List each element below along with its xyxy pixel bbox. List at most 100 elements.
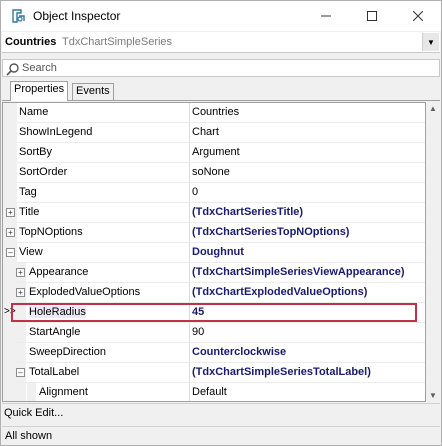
property-value[interactable]: Counterclockwise: [192, 346, 286, 358]
column-separator[interactable]: [189, 143, 190, 163]
quick-edit-label: Quick Edit...: [4, 407, 64, 419]
property-value[interactable]: (TdxChartSeriesTopNOptions): [192, 226, 349, 238]
selected-object-class: TdxChartSimpleSeries: [62, 36, 173, 48]
row-gutter: [3, 123, 17, 143]
property-value[interactable]: Argument: [192, 146, 240, 158]
property-value[interactable]: (TdxChartSeriesTitle): [192, 206, 303, 218]
maximize-button[interactable]: [349, 1, 395, 31]
collapse-icon[interactable]: –: [6, 248, 15, 257]
search-field[interactable]: Search: [2, 59, 440, 77]
property-value[interactable]: (TdxChartExplodedValueOptions): [192, 286, 367, 298]
property-name: Alignment: [39, 386, 88, 398]
minimize-button[interactable]: [303, 1, 349, 31]
column-separator[interactable]: [189, 183, 190, 203]
tab-properties[interactable]: Properties: [10, 81, 69, 101]
property-name: SweepDirection: [29, 346, 107, 358]
component-selector[interactable]: Countries TdxChartSimpleSeries ▼: [2, 32, 440, 53]
property-name: Tag: [19, 186, 37, 198]
selection-highlight: [11, 303, 417, 322]
tab-events[interactable]: Events: [72, 83, 114, 100]
property-row[interactable]: SweepDirection Counterclockwise: [3, 343, 425, 363]
chevron-down-icon: ▼: [427, 37, 435, 47]
window-title: Object Inspector: [33, 9, 121, 23]
row-gutter: [3, 263, 17, 283]
column-separator[interactable]: [189, 243, 190, 263]
scroll-down-icon[interactable]: ▼: [429, 391, 437, 400]
property-name: Appearance: [29, 266, 89, 278]
property-name: ExplodedValueOptions: [29, 286, 141, 298]
row-gutter: [3, 163, 17, 183]
row-gutter: [3, 283, 17, 303]
property-row[interactable]: Alignment Default: [3, 383, 425, 401]
column-separator[interactable]: [189, 383, 190, 401]
property-value[interactable]: 90: [192, 326, 204, 338]
column-separator[interactable]: [189, 263, 190, 283]
property-row[interactable]: + ExplodedValueOptions (TdxChartExplodedVa…: [3, 283, 425, 303]
property-value[interactable]: Chart: [192, 126, 219, 138]
row-indent: [17, 323, 26, 343]
property-value[interactable]: Countries: [192, 106, 239, 118]
property-row[interactable]: – TotalLabel (TdxChartSimpleSeriesTotalLab…: [3, 363, 425, 383]
property-row[interactable]: SortBy Argument: [3, 143, 425, 163]
property-value[interactable]: 0: [192, 186, 198, 198]
object-inspector-icon: [12, 9, 25, 23]
property-row[interactable]: Tag 0: [3, 183, 425, 203]
column-separator[interactable]: [189, 363, 190, 383]
property-row[interactable]: + Appearance (TdxChartSimpleSeriesViewAppe…: [3, 263, 425, 283]
column-separator[interactable]: [189, 103, 190, 123]
expand-icon[interactable]: +: [6, 208, 15, 217]
expand-icon[interactable]: +: [16, 268, 25, 277]
property-row[interactable]: + TopNOptions (TdxChartSeriesTopNOptions): [3, 223, 425, 243]
column-separator[interactable]: [189, 323, 190, 343]
property-row[interactable]: SortOrder soNone: [3, 163, 425, 183]
row-gutter: [3, 323, 17, 343]
column-separator[interactable]: [189, 343, 190, 363]
close-icon: [413, 11, 423, 21]
property-name: Title: [19, 206, 40, 218]
expand-icon[interactable]: +: [6, 228, 15, 237]
property-value[interactable]: soNone: [192, 166, 230, 178]
selector-dropdown-button[interactable]: ▼: [422, 33, 439, 51]
minimize-icon: [321, 15, 331, 17]
property-name: SortOrder: [19, 166, 68, 178]
row-gutter: [3, 363, 17, 383]
property-value[interactable]: (TdxChartSimpleSeriesTotalLabel): [192, 366, 371, 378]
close-button[interactable]: [395, 1, 441, 31]
row-gutter: [3, 143, 17, 163]
maximize-icon: [367, 11, 377, 21]
row-gutter: [3, 183, 17, 203]
property-grid[interactable]: Name Countries ShowInLegend Chart SortBy Argu…: [2, 102, 426, 402]
quick-edit-link[interactable]: Quick Edit...: [2, 403, 440, 424]
expand-icon[interactable]: +: [16, 288, 25, 297]
property-row[interactable]: StartAngle 90: [3, 323, 425, 343]
property-value[interactable]: Doughnut: [192, 246, 244, 258]
scroll-up-icon[interactable]: ▲: [429, 104, 437, 113]
row-gutter: [3, 103, 17, 123]
property-name: View: [19, 246, 43, 258]
property-row[interactable]: Name Countries: [3, 103, 425, 123]
column-separator[interactable]: [189, 203, 190, 223]
column-separator[interactable]: [189, 283, 190, 303]
object-inspector-window: Object Inspector Countries TdxChartSimpl…: [0, 0, 442, 446]
vertical-scrollbar[interactable]: ▲ ▼: [427, 102, 440, 402]
property-name: TotalLabel: [29, 366, 80, 378]
property-name: ShowInLegend: [19, 126, 93, 138]
collapse-icon[interactable]: –: [16, 368, 25, 377]
property-name: SortBy: [19, 146, 53, 158]
row-gutter: [3, 383, 17, 401]
property-row[interactable]: – View Doughnut: [3, 243, 425, 263]
selected-object-name: Countries: [5, 36, 57, 48]
status-text: All shown: [5, 430, 53, 442]
row-gutter: [3, 343, 17, 363]
row-indent: [17, 383, 26, 401]
property-value[interactable]: Default: [192, 386, 227, 398]
column-separator[interactable]: [189, 123, 190, 143]
property-row[interactable]: + Title (TdxChartSeriesTitle): [3, 203, 425, 223]
property-row[interactable]: ShowInLegend Chart: [3, 123, 425, 143]
column-separator[interactable]: [189, 163, 190, 183]
property-value[interactable]: (TdxChartSimpleSeriesViewAppearance): [192, 266, 405, 278]
column-separator[interactable]: [189, 223, 190, 243]
property-row[interactable]: >> HoleRadius 45: [3, 303, 425, 323]
status-bar: All shown: [2, 426, 440, 445]
row-indent: [17, 343, 26, 363]
